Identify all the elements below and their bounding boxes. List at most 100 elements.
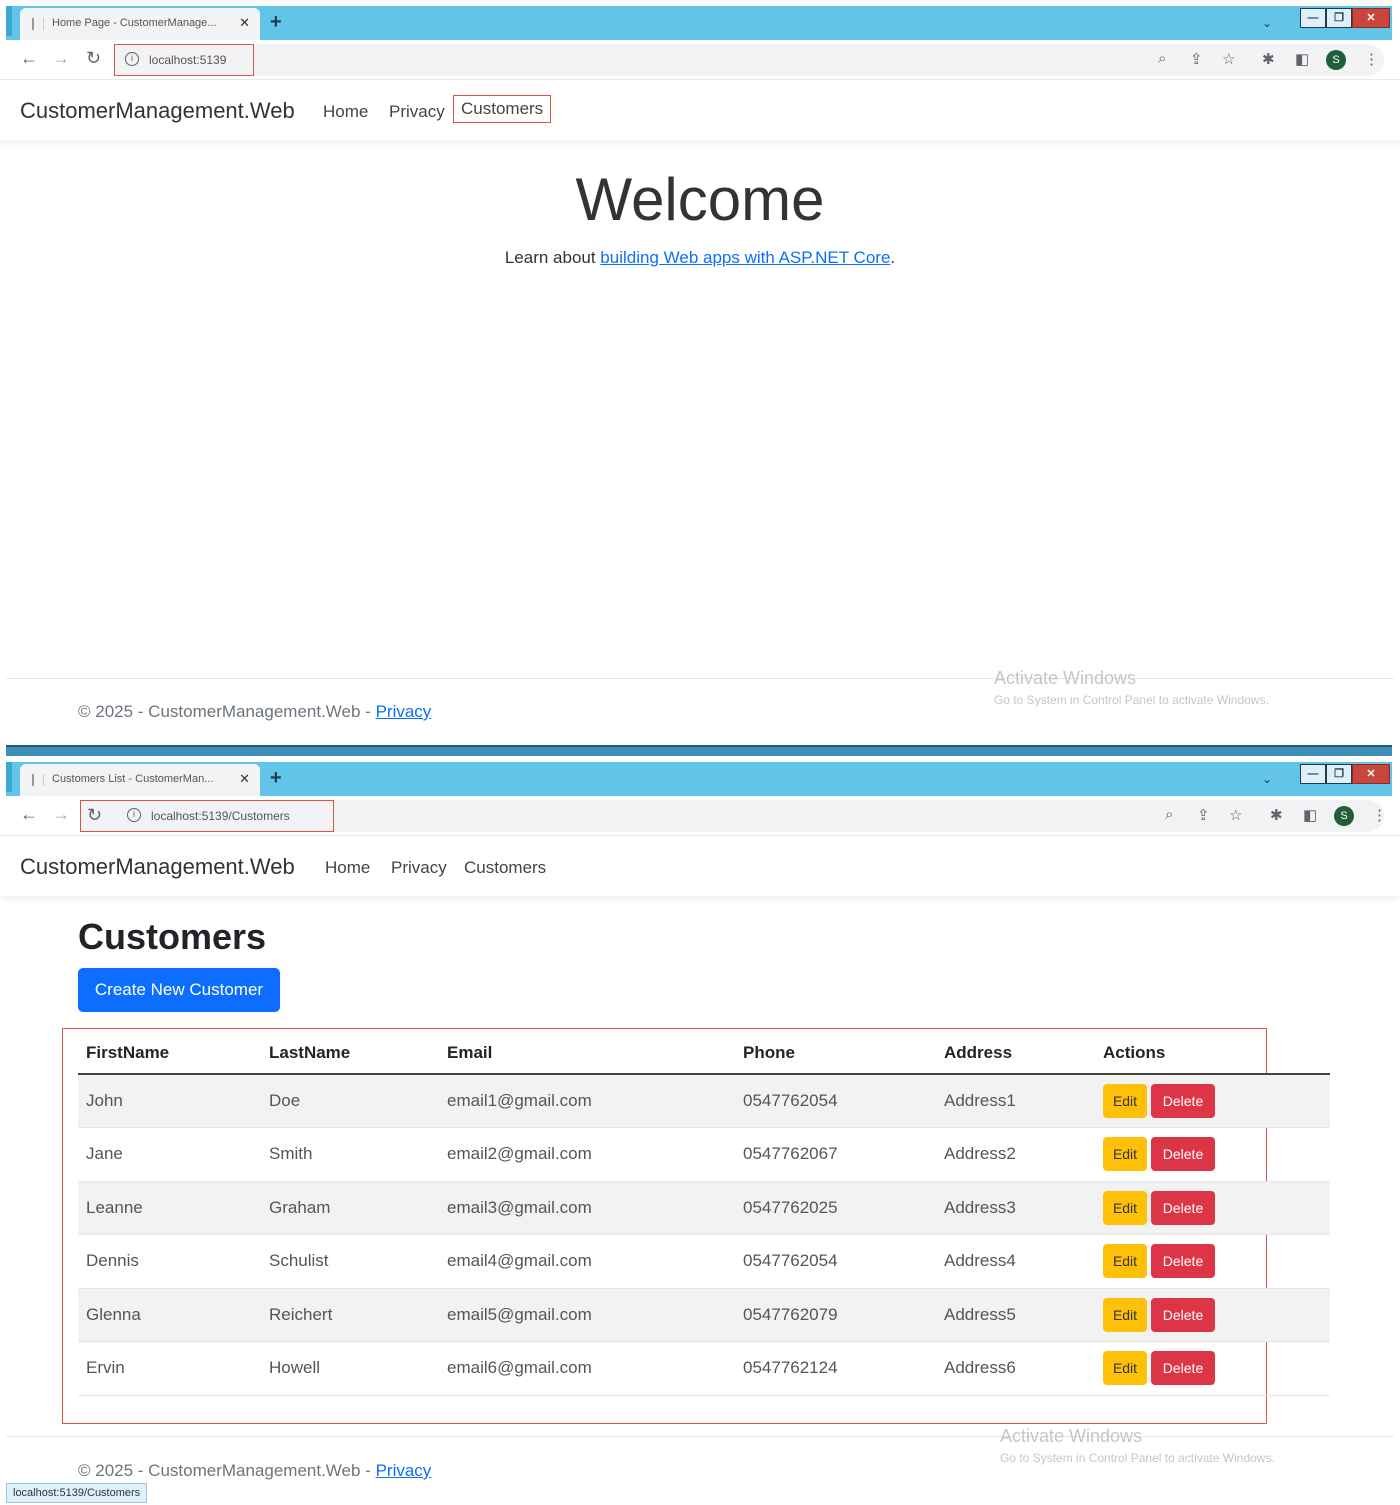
cell-actions: Edit Delete	[1095, 1288, 1330, 1342]
cell-phone: 0547762025	[735, 1181, 936, 1235]
footer-privacy-link[interactable]: Privacy	[376, 1461, 432, 1480]
learn-suffix: .	[890, 248, 896, 267]
col-phone: Phone	[735, 1032, 936, 1075]
edit-button[interactable]: Edit	[1103, 1351, 1147, 1386]
cell-firstname: Ervin	[78, 1341, 261, 1396]
profile-avatar[interactable]: S	[1334, 806, 1354, 826]
window-maximize-button[interactable]: ❐	[1326, 764, 1352, 784]
status-bar-url: localhost:5139/Customers	[6, 1483, 148, 1503]
learn-link[interactable]: building Web apps with ASP.NET Core	[600, 248, 890, 267]
url-field[interactable]: i localhost:5139	[114, 44, 254, 76]
nav-home[interactable]: Home	[323, 102, 368, 122]
delete-button[interactable]: Delete	[1151, 1190, 1215, 1225]
watermark-title: Activate Windows	[1000, 1426, 1143, 1446]
table-row: Jane Smith email2@gmail.com 0547762067 A…	[78, 1127, 1330, 1182]
cell-lastname: Reichert	[261, 1288, 439, 1342]
nav-privacy[interactable]: Privacy	[389, 102, 445, 122]
new-tab-button[interactable]: +	[270, 767, 282, 790]
cell-firstname: John	[78, 1074, 261, 1128]
puzzle-icon[interactable]: ✱	[1262, 50, 1275, 68]
taskbar-strip	[6, 745, 1392, 756]
col-email: Email	[439, 1032, 735, 1075]
browser-tab-home[interactable]: Home Page - CustomerManage... ✕	[20, 8, 260, 40]
share-icon[interactable]: ⇪	[1190, 50, 1203, 68]
tab-strip: Home Page - CustomerManage... ✕ + ⌄ — ❐ …	[6, 6, 1392, 40]
watermark-subtitle: Go to System in Control Panel to activat…	[1000, 1451, 1275, 1465]
share-icon[interactable]: ⇪	[1197, 806, 1210, 824]
tab-title: Home Page - CustomerManage...	[52, 17, 217, 29]
tab-search-chevron-icon[interactable]: ⌄	[1262, 772, 1272, 786]
zoom-icon[interactable]: ⌕	[1165, 806, 1173, 823]
window-minimize-button[interactable]: —	[1300, 8, 1326, 28]
delete-button[interactable]: Delete	[1151, 1297, 1215, 1332]
browser-tab-customers[interactable]: Customers List - CustomerMan... ✕	[20, 764, 260, 796]
url-field[interactable]: ↻ i localhost:5139/Customers	[80, 800, 334, 832]
edit-button[interactable]: Edit	[1103, 1190, 1147, 1225]
col-address: Address	[936, 1032, 1095, 1075]
window-maximize-button[interactable]: ❐	[1326, 8, 1352, 28]
tab-close-icon[interactable]: ✕	[239, 771, 250, 787]
cell-phone: 0547762124	[735, 1341, 936, 1396]
delete-button[interactable]: Delete	[1151, 1137, 1215, 1172]
cell-address: Address3	[936, 1181, 1095, 1235]
edit-button[interactable]: Edit	[1103, 1137, 1147, 1172]
create-new-customer-button[interactable]: Create New Customer	[78, 968, 280, 1012]
cell-lastname: Graham	[261, 1181, 439, 1235]
site-info-icon[interactable]: i	[127, 808, 141, 822]
nav-customers[interactable]: Customers	[464, 858, 546, 878]
tab-search-chevron-icon[interactable]: ⌄	[1262, 16, 1272, 30]
url-text: localhost:5139/Customers	[151, 809, 290, 823]
cell-actions: Edit Delete	[1095, 1341, 1330, 1396]
page-favicon-icon	[32, 18, 44, 30]
cell-lastname: Howell	[261, 1341, 439, 1396]
cell-address: Address1	[936, 1074, 1095, 1128]
window-close-button[interactable]: ✕	[1352, 764, 1390, 784]
brand-link[interactable]: CustomerManagement.Web	[20, 98, 295, 124]
star-icon[interactable]: ☆	[1222, 50, 1235, 68]
back-arrow-icon[interactable]: ←	[20, 48, 38, 69]
forward-arrow-icon[interactable]: →	[52, 48, 70, 69]
tab-close-icon[interactable]: ✕	[239, 15, 250, 31]
app-navbar: CustomerManagement.Web Home Privacy Cust…	[0, 838, 1400, 896]
window-close-button[interactable]: ✕	[1352, 8, 1390, 28]
star-icon[interactable]: ☆	[1229, 806, 1242, 824]
puzzle-icon[interactable]: ✱	[1270, 806, 1283, 824]
kebab-menu-icon[interactable]: ⋮	[1364, 50, 1379, 68]
browser-toolbar: ← → ↻ i localhost:5139 ⌕ ⇪ ☆ ✱ ◧ S ⋮	[0, 40, 1400, 80]
forward-arrow-icon[interactable]: →	[52, 804, 70, 825]
cell-address: Address6	[936, 1341, 1095, 1396]
kebab-menu-icon[interactable]: ⋮	[1372, 806, 1387, 824]
cell-email: email5@gmail.com	[439, 1288, 735, 1342]
reload-icon[interactable]: ↻	[86, 48, 101, 69]
back-arrow-icon[interactable]: ←	[20, 804, 38, 825]
footer: © 2025 - CustomerManagement.Web - Privac…	[78, 1461, 431, 1481]
side-panel-icon[interactable]: ◧	[1295, 50, 1309, 68]
footer: © 2025 - CustomerManagement.Web - Privac…	[78, 702, 431, 722]
edit-button[interactable]: Edit	[1103, 1244, 1147, 1279]
site-info-icon[interactable]: i	[125, 52, 139, 66]
table-row: John Doe email1@gmail.com 0547762054 Add…	[78, 1074, 1330, 1128]
delete-button[interactable]: Delete	[1151, 1244, 1215, 1279]
url-text: localhost:5139	[149, 53, 227, 67]
new-tab-button[interactable]: +	[270, 11, 282, 34]
nav-home[interactable]: Home	[325, 858, 370, 878]
table-row: Leanne Graham email3@gmail.com 054776202…	[78, 1181, 1330, 1235]
delete-button[interactable]: Delete	[1151, 1351, 1215, 1386]
edit-button[interactable]: Edit	[1103, 1297, 1147, 1332]
footer-privacy-link[interactable]: Privacy	[376, 702, 432, 721]
zoom-icon[interactable]: ⌕	[1158, 50, 1166, 67]
cell-actions: Edit Delete	[1095, 1181, 1330, 1235]
browser-window-home: Home Page - CustomerManage... ✕ + ⌄ — ❐ …	[0, 0, 1400, 745]
profile-avatar[interactable]: S	[1326, 50, 1346, 70]
learn-prefix: Learn about	[504, 248, 601, 267]
reload-icon[interactable]: ↻	[87, 805, 102, 826]
cell-firstname: Dennis	[78, 1234, 261, 1289]
cell-firstname: Glenna	[78, 1288, 261, 1342]
nav-privacy[interactable]: Privacy	[391, 858, 447, 878]
brand-link[interactable]: CustomerManagement.Web	[20, 854, 295, 880]
window-minimize-button[interactable]: —	[1300, 764, 1326, 784]
nav-customers[interactable]: Customers	[453, 95, 552, 123]
side-panel-icon[interactable]: ◧	[1303, 806, 1317, 824]
delete-button[interactable]: Delete	[1151, 1084, 1215, 1118]
edit-button[interactable]: Edit	[1103, 1084, 1147, 1118]
